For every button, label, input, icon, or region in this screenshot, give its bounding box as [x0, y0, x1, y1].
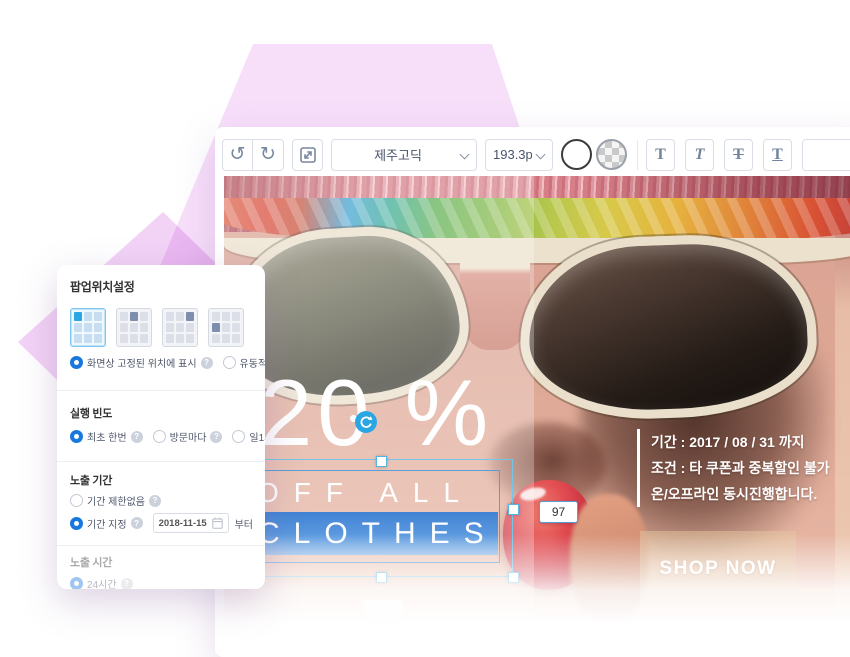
frequency-visit-label: 방문마다 [170, 429, 207, 444]
start-date-input[interactable]: 2018-11-15 [153, 513, 229, 533]
undo-icon: ↺ [230, 145, 246, 164]
fluid-position-radio[interactable] [223, 356, 236, 369]
position-mode-row: 화면상 고정된 위치에 표시 ? 유동적 위치 [70, 355, 265, 370]
underline-button[interactable]: T [763, 139, 792, 171]
resize-button[interactable] [292, 139, 323, 171]
underline-icon: T [772, 146, 783, 164]
transparent-fill-swatch[interactable] [596, 139, 627, 170]
start-date-value: 2018-11-15 [159, 518, 212, 529]
popup-settings-panel: 팝업위치설정 화면상 고정된 위치에 표시 ? 유동적 위치 실행 빈도 최초 … [57, 265, 265, 589]
frequency-once-radio[interactable] [70, 430, 83, 443]
time-row: 24시간 ? [70, 576, 265, 589]
position-option-middle-left[interactable] [208, 308, 244, 347]
frequency-heading: 실행 빈도 [70, 405, 265, 421]
promo-line: 기간 : 2017 / 08 / 31 까지 [651, 429, 830, 455]
position-option-top-right[interactable] [162, 308, 198, 347]
time-24h-label: 24시간 [87, 576, 117, 589]
redo-button[interactable]: ↻ [253, 139, 284, 171]
period-custom-radio[interactable] [70, 517, 83, 530]
editor-toolbar: ↺ ↻ 제주고딕 193.3px T T T T [215, 127, 850, 174]
popup-design-canvas[interactable]: 20% OFF ALL CLOTHES 기간 : 2017 / 08 / 31 … [224, 176, 850, 624]
period-heading: 노출 기간 [70, 472, 265, 488]
period-nolimit-label: 기간 제한없음 [87, 493, 145, 508]
position-option-top-left[interactable] [70, 308, 106, 347]
position-option-top-center[interactable] [116, 308, 152, 347]
fixed-position-label: 화면상 고정된 위치에 표시 [87, 355, 197, 370]
redo-icon: ↻ [260, 145, 276, 164]
font-size-select[interactable]: 193.3px [485, 139, 553, 171]
period-nolimit-radio[interactable] [70, 494, 83, 507]
time-24h-radio[interactable] [70, 577, 83, 589]
divider [57, 390, 265, 391]
bold-icon: T [655, 146, 666, 164]
frequency-daily-radio[interactable] [232, 430, 245, 443]
frequency-daily-label: 일1회 [249, 429, 265, 444]
help-icon[interactable]: ? [121, 578, 133, 590]
fluid-position-label: 유동적 위치 [240, 355, 265, 370]
frequency-row: 최초 한번 ? 방문마다 ? 일1회 [70, 429, 265, 444]
help-icon[interactable]: ? [149, 495, 161, 507]
rotate-icon [355, 411, 377, 433]
promo-line: 온/오프라인 동시진행합니다. [651, 481, 830, 507]
help-icon[interactable]: ? [201, 357, 213, 369]
rotate-handle[interactable] [355, 411, 377, 433]
period-custom-row: 기간 지정 ? 2018-11-15 부터 [70, 513, 265, 533]
frequency-once-label: 최초 한번 [87, 429, 127, 444]
calendar-icon [212, 517, 223, 529]
italic-button[interactable]: T [685, 139, 714, 171]
font-family-select[interactable]: 제주고딕 [331, 139, 477, 171]
help-icon[interactable]: ? [131, 517, 143, 529]
panel-title: 팝업위치설정 [70, 278, 265, 295]
undo-button[interactable]: ↺ [222, 139, 253, 171]
resize-handle-top[interactable] [376, 456, 387, 467]
frequency-visit-radio[interactable] [153, 430, 166, 443]
promo-line: 조건 : 타 쿠폰과 중복할인 불가 [651, 455, 830, 481]
date-suffix-label: 부터 [235, 516, 253, 531]
divider [57, 461, 265, 462]
history-button-group: ↺ ↻ [222, 139, 284, 171]
strikethrough-icon: T [733, 146, 744, 164]
clipped-toolbar-button[interactable] [802, 139, 850, 171]
toolbar-separator [637, 140, 638, 170]
popup-editor-card: ↺ ↻ 제주고딕 193.3px T T T T [215, 127, 850, 657]
period-nolimit-row: 기간 제한없음 ? [70, 493, 265, 508]
bold-button[interactable]: T [646, 139, 675, 171]
strikethrough-button[interactable]: T [724, 139, 753, 171]
fixed-position-radio[interactable] [70, 356, 83, 369]
help-icon[interactable]: ? [210, 431, 222, 443]
promo-conditions-block[interactable]: 기간 : 2017 / 08 / 31 까지 조건 : 타 쿠폰과 중복할인 불… [637, 429, 830, 507]
size-value-badge: 97 [539, 501, 578, 523]
time-heading: 노출 시간 [70, 554, 265, 570]
help-icon[interactable]: ? [131, 431, 143, 443]
chevron-down-icon [460, 149, 470, 159]
stroke-color-swatch[interactable] [561, 139, 592, 170]
italic-icon: T [695, 146, 705, 164]
chevron-down-icon [536, 149, 546, 159]
position-options [70, 308, 265, 347]
photo-bottom-fade [224, 534, 850, 624]
time-section: 노출 시간 24시간 ? [70, 554, 265, 589]
font-size-value: 193.3px [493, 147, 532, 162]
font-family-value: 제주고딕 [342, 145, 454, 164]
divider [57, 545, 265, 546]
resize-icon [299, 146, 317, 164]
resize-handle-right[interactable] [508, 504, 519, 515]
period-custom-label: 기간 지정 [87, 516, 127, 531]
